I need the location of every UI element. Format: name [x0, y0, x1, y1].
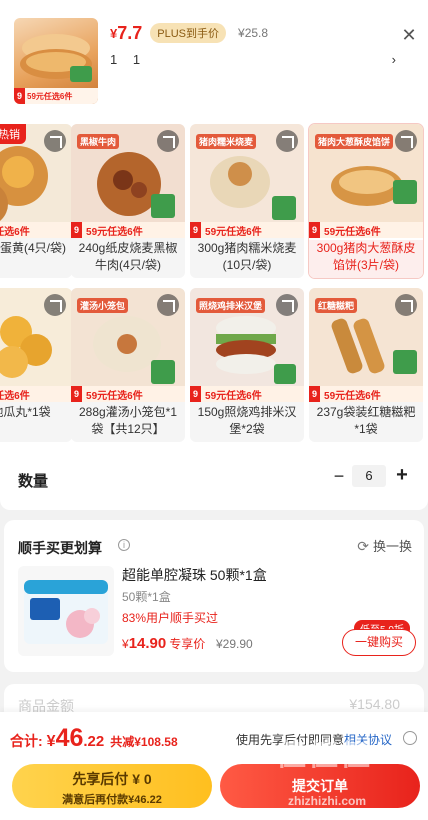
close-icon[interactable]: ✕: [400, 26, 418, 44]
expand-icon[interactable]: [44, 130, 66, 152]
promo-text: 59元任选6件: [0, 226, 30, 238]
promo-text: 59元任选6件: [205, 390, 262, 402]
addon-product-name[interactable]: 超能单腔凝珠 50颗*1盒: [122, 565, 267, 585]
product-header: 9 59元任选6件 ¥ 7.7 PLUS到手价 ¥25.8 1 1 › ✕: [0, 0, 428, 112]
product-option[interactable]: 照烧鸡排米汉堡 9 59元任选6件 150g照烧鸡排米汉堡*2袋: [190, 288, 304, 442]
product-tag: 红糖糍粑: [315, 298, 358, 313]
promo-quantity: 9: [71, 222, 83, 238]
info-icon[interactable]: i: [118, 539, 130, 551]
product-options-grid: 热销 959元任选6件 皮烧麦蛋黄(4只/袋) 黑椒牛肉 959元任选6件 24…: [0, 112, 428, 448]
product-option-selected[interactable]: 猪肉大葱酥皮馅饼 9 59元任选6件 300g猪肉大葱酥皮馅饼(3片/袋): [308, 123, 424, 279]
product-name: 288g灌汤小笼包*1袋【共12只】: [78, 405, 178, 436]
detergent-box-image: [24, 580, 108, 644]
product-tag: 猪肉糯米烧麦: [196, 134, 257, 149]
addon-title: 顺手买更划算: [18, 540, 102, 556]
hot-badge: 热销: [0, 124, 26, 144]
product-thumbnail: 9 59元任选6件: [14, 18, 98, 104]
quantity-row: 数量 − 6 +: [0, 448, 428, 510]
promo-text: 59元任选6件: [27, 91, 73, 101]
product-option[interactable]: 热销 959元任选6件 皮烧麦蛋黄(4只/袋): [0, 124, 72, 278]
product-name: 240g纸皮烧麦黑椒牛肉(4只/袋): [78, 241, 178, 272]
refresh-label: 换一换: [372, 539, 412, 554]
product-option[interactable]: 猪肉糯米烧麦 9 59元任选6件 300g猪肉糯米烧麦(10只/袋): [190, 124, 304, 278]
promo-quantity: 9: [190, 386, 202, 402]
expand-icon[interactable]: [276, 294, 298, 316]
product-name: 300g猪肉大葱酥皮馅饼(3片/袋): [309, 240, 423, 278]
product-name: 300g猪肉糯米烧麦(10只/袋): [197, 241, 297, 272]
one-click-buy-button[interactable]: 一键购买: [342, 629, 416, 656]
promo-quantity: 9: [309, 386, 321, 402]
addon-original-price: ¥29.90: [216, 637, 253, 651]
expand-icon[interactable]: [276, 130, 298, 152]
expand-icon[interactable]: [395, 294, 417, 316]
addon-section: 顺手买更划算 i ⟳ 换一换 超能单腔凝珠 50颗*1盒 50颗*1盒 83%用户…: [4, 520, 424, 672]
addon-buy-stat: 83%用户顺手买过: [122, 611, 219, 625]
product-option[interactable]: 灌汤小笼包 9 59元任选6件 288g灌汤小笼包*1袋【共12只】: [71, 288, 185, 442]
plus-price-tag: PLUS到手价: [150, 23, 227, 43]
expand-icon[interactable]: [157, 294, 179, 316]
expand-icon[interactable]: [157, 130, 179, 152]
quantity-input[interactable]: 6: [352, 465, 386, 487]
refresh-icon: ⟳: [357, 538, 369, 554]
plus-price: 7.7: [117, 22, 143, 43]
promo-text: 59元任选6件: [205, 226, 262, 238]
product-name: 皮烧麦蛋黄(4只/袋): [0, 241, 66, 255]
agreement-checkbox[interactable]: [403, 731, 417, 745]
promo-text: 59元任选6件: [0, 390, 30, 402]
promo-quantity: 9: [190, 222, 202, 238]
total-reduction: 共减¥108.58: [110, 735, 178, 749]
promo-text: 59元任选6件: [324, 390, 381, 402]
promo-text: 59元任选6件: [324, 226, 381, 238]
quantity-decrease-button[interactable]: −: [328, 465, 350, 487]
expand-icon[interactable]: [44, 294, 66, 316]
quantity-label: 数量: [18, 473, 49, 490]
quantity-increase-button[interactable]: +: [391, 463, 413, 487]
promo-text: 59元任选6件: [86, 226, 143, 238]
total-amount: 合计: ¥ 46 .22 共减¥108.58: [10, 724, 178, 752]
product-option[interactable]: 959元任选6件 芋地瓜丸*1袋: [0, 288, 72, 442]
expand-icon[interactable]: [395, 130, 417, 152]
pay-later-button[interactable]: 先享后付 ¥ 0 满意后再付款¥46.22: [12, 764, 212, 808]
addon-product-spec: 50颗*1盒: [122, 590, 171, 604]
product-option[interactable]: 红糖糍粑 9 59元任选6件 237g袋装红糖糍粑*1袋: [309, 288, 423, 442]
product-tag: 黑椒牛肉: [77, 134, 120, 149]
goods-amount-row: 商品金额 ¥154.80: [4, 684, 424, 714]
product-tag: 照烧鸡排米汉堡: [196, 298, 266, 313]
product-name: 芋地瓜丸*1袋: [0, 405, 51, 419]
product-name: 237g袋装红糖糍粑*1袋: [316, 405, 416, 436]
product-tag: 灌汤小笼包: [77, 298, 129, 313]
original-price: ¥25.8: [238, 26, 269, 40]
chevron-right-icon[interactable]: ›: [392, 52, 396, 67]
watermark-url: zhizhizhi.com: [288, 794, 366, 808]
product-name: 150g照烧鸡排米汉堡*2袋: [197, 405, 297, 436]
goods-amount-value: ¥154.80: [349, 696, 400, 712]
watermark-logo: 值值值: [276, 739, 372, 772]
promo-quantity: 9: [309, 222, 321, 238]
promo-text: 59元任选6件: [86, 390, 143, 402]
pancake-image: [20, 34, 92, 82]
addon-price: ¥14.90 专享价: [122, 635, 206, 652]
selected-spec[interactable]: 1 1: [110, 52, 146, 67]
promo-quantity: 9: [14, 88, 26, 104]
price-currency: ¥: [110, 25, 118, 41]
product-option[interactable]: 黑椒牛肉 9 59元任选6件 240g纸皮烧麦黑椒牛肉(4只/袋): [71, 124, 185, 278]
refresh-button[interactable]: ⟳ 换一换: [357, 536, 412, 555]
product-tag: 猪肉大葱酥皮馅饼: [315, 134, 394, 149]
promo-quantity: 9: [71, 386, 83, 402]
addon-product-image[interactable]: [18, 566, 114, 656]
